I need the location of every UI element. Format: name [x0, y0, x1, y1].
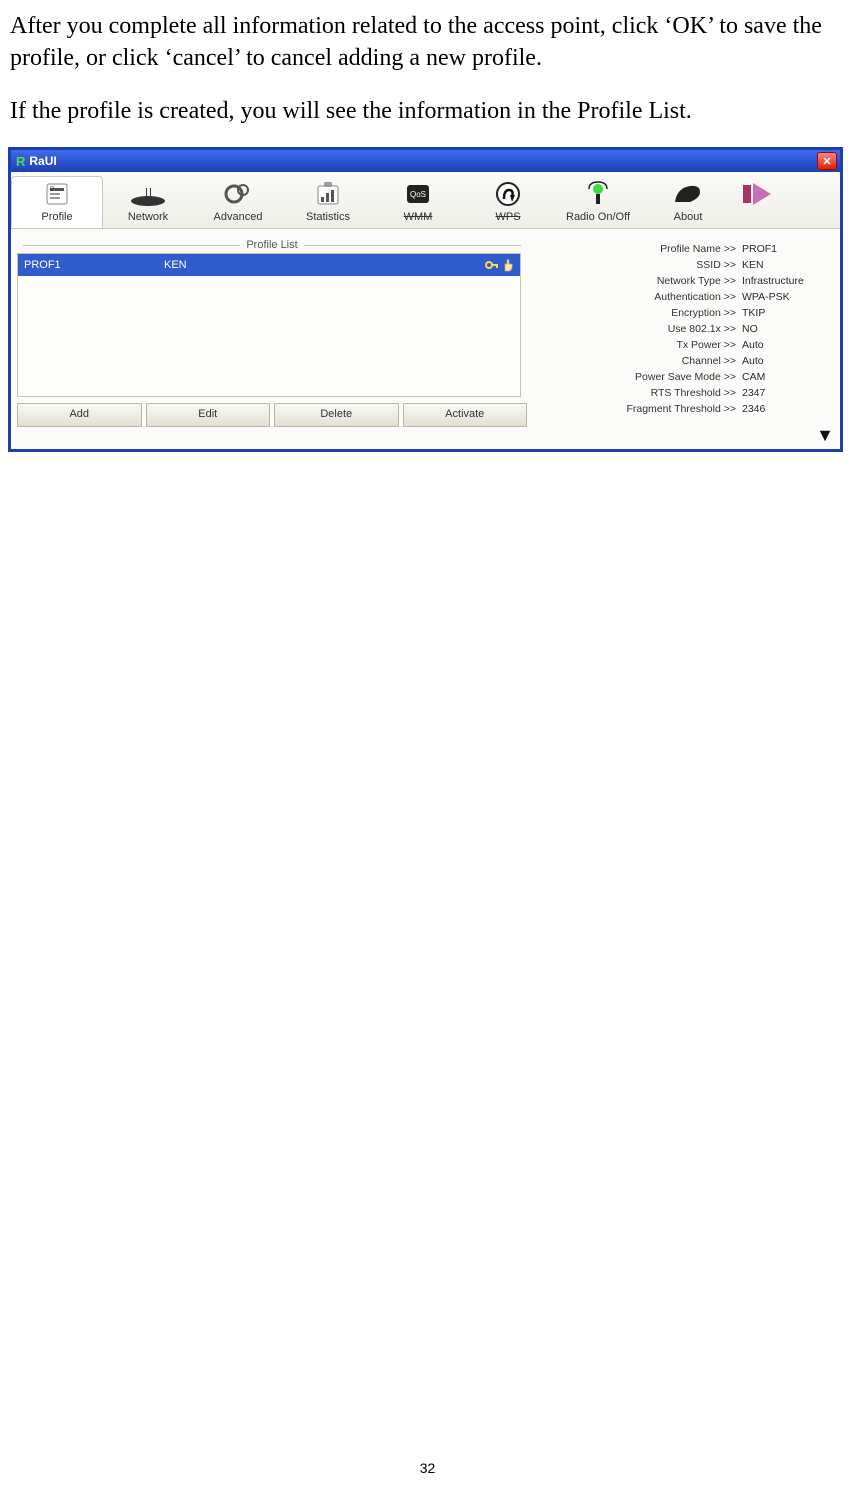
- tab-about-label: About: [674, 211, 703, 223]
- profile-row-name: PROF1: [24, 259, 164, 271]
- lbl-network-type: Network Type >>: [527, 275, 742, 287]
- tab-profile[interactable]: P Profile: [11, 176, 103, 228]
- lbl-auth: Authentication >>: [527, 291, 742, 303]
- tab-exit[interactable]: [733, 176, 783, 228]
- svg-text:QoS: QoS: [410, 190, 426, 199]
- profile-row-ssid: KEN: [164, 259, 485, 271]
- val-txpower: Auto: [742, 339, 832, 351]
- window-title: RaUI: [29, 154, 56, 168]
- val-rts: 2347: [742, 387, 832, 399]
- tab-statistics-label: Statistics: [306, 211, 350, 223]
- tab-wmm-label: WMM: [404, 211, 433, 223]
- tab-network-label: Network: [128, 211, 168, 223]
- doc-body: After you complete all information relat…: [10, 10, 845, 127]
- profile-row-1[interactable]: PROF1 KEN: [18, 254, 520, 276]
- network-icon: [128, 177, 168, 211]
- lbl-profile-name: Profile Name >>: [527, 243, 742, 255]
- lbl-frag: Fragment Threshold >>: [527, 403, 742, 415]
- edit-button[interactable]: Edit: [146, 403, 271, 427]
- exit-icon: [741, 177, 775, 211]
- advanced-icon: [223, 177, 253, 211]
- doc-paragraph-2: If the profile is created, you will see …: [10, 95, 845, 127]
- tab-radio[interactable]: Radio On/Off: [553, 176, 643, 228]
- lbl-psm: Power Save Mode >>: [527, 371, 742, 383]
- key-icon: [485, 258, 499, 272]
- val-psm: CAM: [742, 371, 832, 383]
- app-window: R RaUI ✕ P Profile Network Advanced: [8, 147, 843, 452]
- tab-advanced[interactable]: Advanced: [193, 176, 283, 228]
- tab-wps[interactable]: WPS: [463, 176, 553, 228]
- profile-icon: P: [43, 177, 71, 211]
- tab-radio-label: Radio On/Off: [566, 211, 630, 223]
- activate-button[interactable]: Activate: [403, 403, 528, 427]
- lbl-rts: RTS Threshold >>: [527, 387, 742, 399]
- scroll-down-icon[interactable]: ▼: [816, 425, 834, 446]
- val-channel: Auto: [742, 355, 832, 367]
- profile-details: Profile Name >>PROF1 SSID >>KEN Network …: [527, 229, 840, 449]
- profile-list-box[interactable]: PROF1 KEN: [17, 253, 521, 397]
- content-area: Profile List PROF1 KEN: [11, 229, 840, 449]
- svg-text:P: P: [50, 187, 54, 193]
- radio-icon: [584, 177, 612, 211]
- wps-icon: [494, 177, 522, 211]
- lbl-8021x: Use 802.1x >>: [527, 323, 742, 335]
- val-enc: TKIP: [742, 307, 832, 319]
- tab-statistics[interactable]: Statistics: [283, 176, 373, 228]
- val-profile-name: PROF1: [742, 243, 832, 255]
- tab-profile-label: Profile: [41, 211, 72, 223]
- window-titlebar[interactable]: R RaUI ✕: [11, 150, 840, 172]
- tab-network[interactable]: Network: [103, 176, 193, 228]
- add-button[interactable]: Add: [17, 403, 142, 427]
- delete-button[interactable]: Delete: [274, 403, 399, 427]
- about-icon: [672, 177, 704, 211]
- close-button[interactable]: ✕: [817, 152, 837, 170]
- val-ssid: KEN: [742, 259, 832, 271]
- tab-about[interactable]: About: [643, 176, 733, 228]
- doc-paragraph-1: After you complete all information relat…: [10, 10, 845, 75]
- val-auth: WPA-PSK: [742, 291, 832, 303]
- tab-wps-label: WPS: [495, 211, 520, 223]
- val-frag: 2346: [742, 403, 832, 415]
- lbl-ssid: SSID >>: [527, 259, 742, 271]
- lbl-enc: Encryption >>: [527, 307, 742, 319]
- ok-hand-icon: [502, 258, 514, 272]
- lbl-txpower: Tx Power >>: [527, 339, 742, 351]
- tab-advanced-label: Advanced: [214, 211, 263, 223]
- page-number: 32: [0, 1460, 855, 1476]
- tab-wmm[interactable]: QoS WMM: [373, 176, 463, 228]
- app-icon: R: [16, 154, 25, 169]
- profile-panel: Profile List PROF1 KEN: [11, 229, 527, 449]
- lbl-channel: Channel >>: [527, 355, 742, 367]
- val-8021x: NO: [742, 323, 832, 335]
- profile-button-row: Add Edit Delete Activate: [17, 403, 527, 427]
- val-network-type: Infrastructure: [742, 275, 832, 287]
- statistics-icon: [314, 177, 342, 211]
- profile-list-title: Profile List: [246, 239, 297, 251]
- main-toolbar: P Profile Network Advanced Statistics Qo…: [11, 172, 840, 229]
- wmm-icon: QoS: [404, 177, 432, 211]
